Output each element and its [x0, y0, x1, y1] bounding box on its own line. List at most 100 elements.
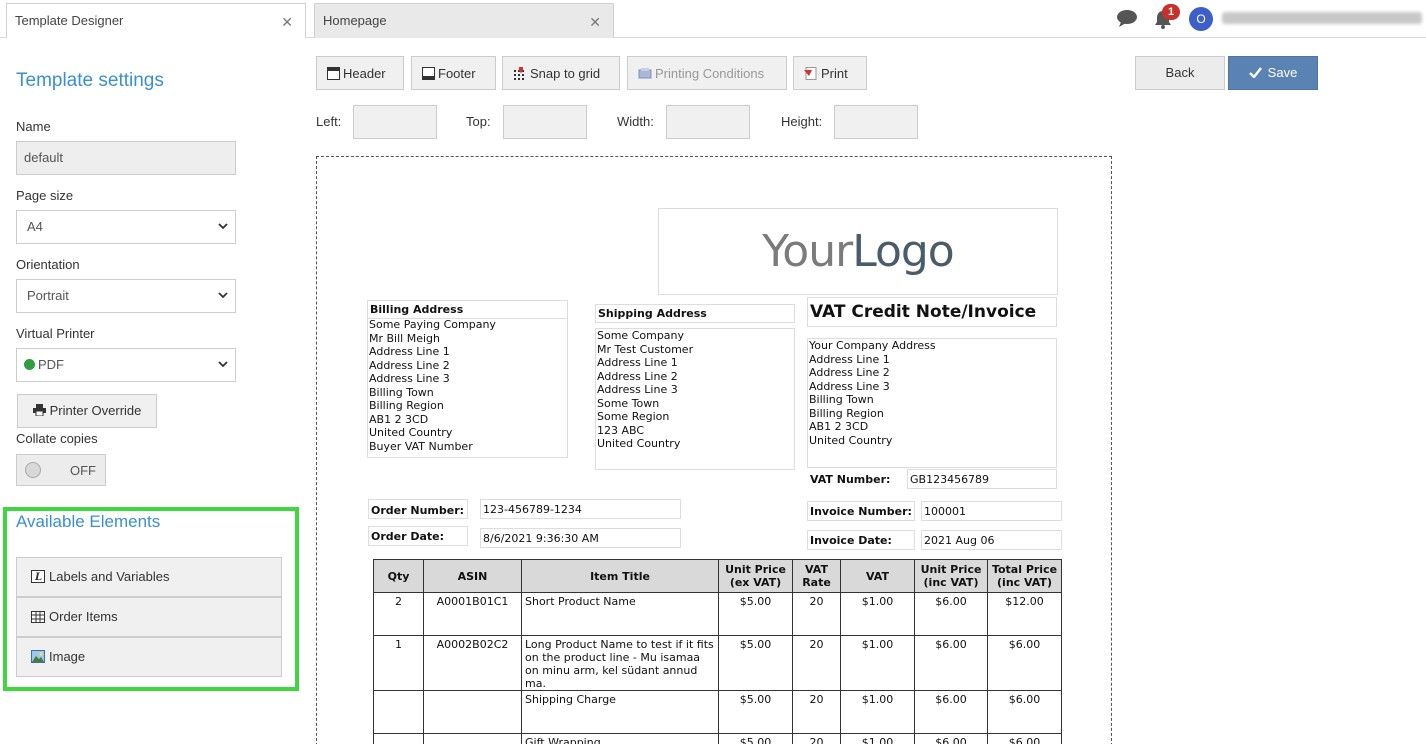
shipping-address-block[interactable]: Some Company Mr Test Customer Address Line…: [595, 328, 795, 470]
check-icon: [1248, 67, 1262, 79]
order-number-label: Order Number:: [371, 504, 465, 517]
order-date-value: 8/6/2021 9:36:30 AM: [483, 532, 599, 545]
logo-image: YourLogo: [762, 226, 954, 277]
address-line: United Country: [369, 426, 453, 439]
height-input[interactable]: [834, 105, 918, 139]
company-address-lines: Your Company Address Address Line 1 Addres…: [809, 339, 936, 447]
close-icon[interactable]: ✕: [589, 14, 601, 31]
company-address-block[interactable]: Your Company Address Address Line 1 Addres…: [807, 338, 1057, 468]
invoice-number-label: Invoice Number:: [810, 505, 912, 518]
printing-conditions-button[interactable]: Printing Conditions: [627, 56, 787, 90]
orientation-select[interactable]: Portrait: [16, 279, 236, 313]
close-icon[interactable]: ✕: [281, 14, 293, 31]
virtual-printer-select[interactable]: PDF: [16, 348, 236, 382]
table-cell: 1: [373, 635, 424, 691]
address-line: United Country: [809, 433, 893, 447]
vat-number-value-box[interactable]: GB123456789: [907, 469, 1057, 489]
order-number-value-box[interactable]: 123-456789-1234: [480, 499, 681, 519]
chevron-down-icon: [218, 292, 228, 299]
address-line: Address Line 1: [369, 345, 450, 358]
invoice-title: VAT Credit Note/Invoice: [810, 302, 1037, 322]
notification-badge: 1: [1162, 4, 1180, 20]
table-cell: $5.00: [718, 690, 793, 734]
order-number-label-box[interactable]: Order Number:: [368, 499, 468, 519]
address-line: Some Town: [597, 396, 660, 410]
address-line: AB1 2 3CD: [809, 420, 869, 433]
printer-override-label: Printer Override: [49, 403, 142, 418]
billing-address-heading: Billing Address: [370, 303, 464, 316]
chevron-down-icon: [218, 361, 228, 368]
order-date-value-box[interactable]: 8/6/2021 9:36:30 AM: [480, 528, 681, 548]
invoice-date-value-box[interactable]: 2021 Aug 06: [921, 530, 1062, 550]
invoice-title-box[interactable]: VAT Credit Note/Invoice: [807, 297, 1057, 327]
orientation-value: Portrait: [27, 288, 69, 303]
address-line: Address Line 3: [369, 372, 450, 385]
table-row: 1 A0002B02C2 Long Product Name to test if …: [373, 635, 1062, 691]
address-line: Address Line 1: [597, 356, 678, 369]
chat-icon[interactable]: [1116, 9, 1138, 27]
snap-to-grid-button[interactable]: Snap to grid: [502, 56, 620, 90]
template-canvas[interactable]: YourLogo Billing Address Some Paying Com…: [316, 156, 1112, 744]
header-icon: [327, 67, 340, 80]
column-header: Unit Price (ex VAT): [718, 559, 793, 593]
address-line: United Country: [597, 437, 681, 450]
invoice-number-label-box[interactable]: Invoice Number:: [807, 501, 915, 521]
width-input[interactable]: [666, 105, 750, 139]
left-input[interactable]: [353, 105, 437, 139]
invoice-number-value-box[interactable]: 100001: [921, 501, 1062, 521]
avatar[interactable]: O: [1189, 7, 1213, 31]
table-row: Shipping Charge $5.00 20 $1.00 $6.00 $6.00: [373, 690, 1062, 734]
address-line: Your Company Address: [809, 339, 936, 352]
collate-copies-toggle[interactable]: OFF: [16, 454, 106, 486]
billing-address-block[interactable]: Billing Address Some Paying Company Mr Bi…: [367, 300, 568, 458]
back-button[interactable]: Back: [1135, 56, 1225, 90]
invoice-date-label: Invoice Date:: [810, 534, 892, 547]
footer-button[interactable]: Footer: [411, 56, 496, 90]
tab-template-designer[interactable]: Template Designer ✕: [6, 3, 306, 38]
table-cell: $1.00: [840, 690, 915, 734]
save-button[interactable]: Save: [1228, 56, 1318, 90]
address-line: Billing Town: [369, 385, 434, 399]
shipping-address-heading-box[interactable]: Shipping Address: [595, 304, 795, 323]
virtual-printer-value: PDF: [38, 357, 64, 372]
conditions-icon: [638, 68, 652, 79]
shipping-address-heading: Shipping Address: [598, 307, 707, 320]
header-button[interactable]: Header: [316, 56, 404, 90]
printing-conditions-label: Printing Conditions: [655, 66, 765, 81]
header-label: Header: [343, 66, 386, 81]
table-cell: [423, 733, 522, 744]
vat-number-label-box[interactable]: VAT Number:: [807, 469, 902, 489]
table-cell: [373, 690, 424, 734]
footer-label: Footer: [438, 66, 476, 81]
logo-element[interactable]: YourLogo: [658, 208, 1058, 295]
tab-homepage[interactable]: Homepage ✕: [314, 3, 614, 38]
table-cell: $6.00: [914, 592, 988, 636]
printer-override-button[interactable]: Printer Override: [17, 394, 157, 428]
order-items-button[interactable]: Order Items: [16, 597, 282, 637]
image-icon: [31, 650, 45, 663]
labels-and-variables-button[interactable]: L Labels and Variables: [16, 557, 282, 597]
table-cell: $6.00: [914, 690, 988, 734]
image-button[interactable]: Image: [16, 637, 282, 677]
order-date-label-box[interactable]: Order Date:: [368, 526, 468, 546]
address-line: Address Line 3: [597, 383, 678, 396]
print-button[interactable]: Print: [793, 56, 867, 90]
check-circle-icon: [24, 359, 35, 370]
table-cell: $1.00: [840, 592, 915, 636]
invoice-date-label-box[interactable]: Invoice Date:: [807, 530, 915, 550]
address-line: 123 ABC: [597, 423, 645, 437]
address-line: Address Line 3: [809, 379, 890, 393]
column-header: Item Title: [521, 559, 719, 593]
print-label: Print: [821, 66, 848, 81]
vat-number-value: GB123456789: [910, 473, 990, 486]
address-line: Mr Test Customer: [597, 342, 694, 356]
available-elements-title: Available Elements: [16, 512, 161, 531]
address-line: Address Line 1: [809, 352, 890, 366]
snap-to-grid-label: Snap to grid: [530, 66, 601, 81]
left-label: Left:: [316, 114, 342, 129]
printer-icon: [32, 404, 46, 417]
order-items-table[interactable]: Qty ASIN Item Title Unit Price (ex VAT) …: [373, 559, 1062, 744]
column-header: Total Price (inc VAT): [987, 559, 1062, 593]
top-input[interactable]: [503, 105, 587, 139]
page-size-select[interactable]: A4: [16, 210, 236, 244]
